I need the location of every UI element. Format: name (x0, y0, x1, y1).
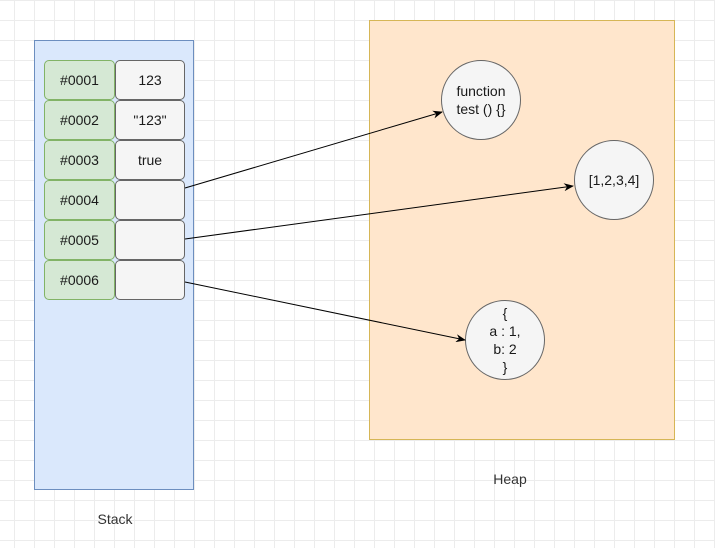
stack-label: Stack (97, 511, 133, 527)
reference-arrows (184, 110, 574, 343)
reference-arrow-0004-to-function (184, 110, 443, 189)
reference-arrow-0005-to-array (184, 183, 574, 240)
reference-arrow-0006-to-object (184, 281, 466, 343)
heap-label: Heap (493, 471, 527, 487)
